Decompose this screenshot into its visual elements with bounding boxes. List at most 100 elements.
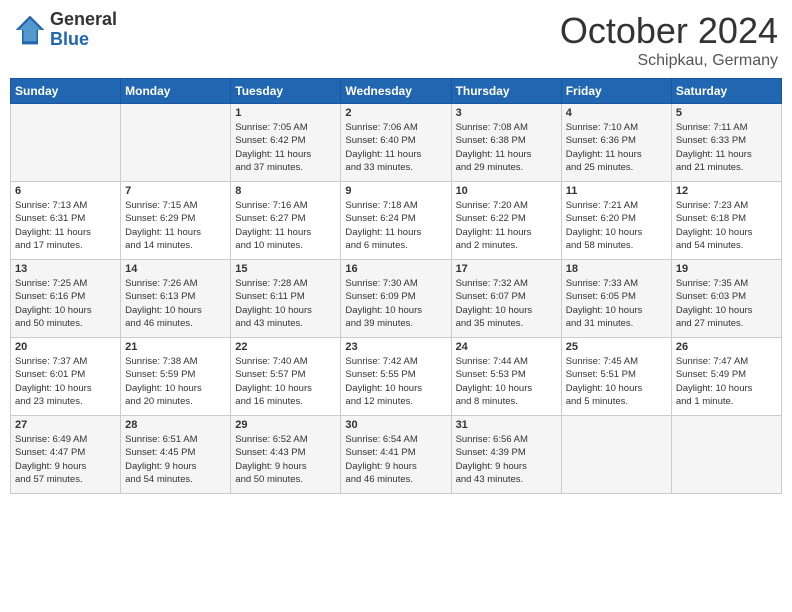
day-info: Sunrise: 7:28 AM Sunset: 6:11 PM Dayligh…	[235, 277, 336, 330]
calendar-cell: 19 Sunrise: 7:35 AM Sunset: 6:03 PM Dayli…	[671, 260, 781, 338]
day-info: Sunrise: 7:10 AM Sunset: 6:36 PM Dayligh…	[566, 121, 667, 174]
day-number: 24	[456, 341, 557, 353]
day-number: 30	[345, 419, 446, 431]
day-number: 2	[345, 107, 446, 119]
day-number: 21	[125, 341, 226, 353]
day-number: 18	[566, 263, 667, 275]
calendar-cell: 22 Sunrise: 7:40 AM Sunset: 5:57 PM Dayli…	[231, 338, 341, 416]
calendar-cell: 14Sunrise: 7:26 AM Sunset: 6:13 PM Dayli…	[121, 260, 231, 338]
calendar-cell: 9 Sunrise: 7:18 AM Sunset: 6:24 PM Daylig…	[341, 182, 451, 260]
logo-general: General	[50, 10, 117, 30]
day-number: 25	[566, 341, 667, 353]
calendar-cell: 21 Sunrise: 7:38 AM Sunset: 5:59 PM Dayli…	[121, 338, 231, 416]
day-number: 23	[345, 341, 446, 353]
calendar-cell: 31Sunrise: 6:56 AM Sunset: 4:39 PM Dayli…	[451, 416, 561, 494]
calendar-cell: 1Sunrise: 7:05 AM Sunset: 6:42 PM Daylig…	[231, 104, 341, 182]
title-block: October 2024 Schipkau, Germany	[560, 10, 778, 70]
day-header-monday: Monday	[121, 79, 231, 104]
day-number: 19	[676, 263, 777, 275]
day-info: Sunrise: 7:35 AM Sunset: 6:03 PM Dayligh…	[676, 277, 777, 330]
day-info: Sunrise: 7:40 AM Sunset: 5:57 PM Dayligh…	[235, 355, 336, 408]
day-number: 22	[235, 341, 336, 353]
calendar-cell: 3 Sunrise: 7:08 AM Sunset: 6:38 PM Daylig…	[451, 104, 561, 182]
day-info: Sunrise: 7:37 AM Sunset: 6:01 PM Dayligh…	[15, 355, 116, 408]
day-info: Sunrise: 6:52 AM Sunset: 4:43 PM Dayligh…	[235, 433, 336, 486]
calendar-cell: 11Sunrise: 7:21 AM Sunset: 6:20 PM Dayli…	[561, 182, 671, 260]
calendar-cell: 27 Sunrise: 6:49 AM Sunset: 4:47 PM Dayli…	[11, 416, 121, 494]
day-number: 16	[345, 263, 446, 275]
day-number: 3	[456, 107, 557, 119]
day-header-thursday: Thursday	[451, 79, 561, 104]
day-number: 28	[125, 419, 226, 431]
calendar-cell: 2Sunrise: 7:06 AM Sunset: 6:40 PM Daylig…	[341, 104, 451, 182]
calendar-cell: 24 Sunrise: 7:44 AM Sunset: 5:53 PM Dayli…	[451, 338, 561, 416]
day-info: Sunrise: 7:20 AM Sunset: 6:22 PM Dayligh…	[456, 199, 557, 252]
day-info: Sunrise: 7:23 AM Sunset: 6:18 PM Dayligh…	[676, 199, 777, 252]
week-row: 27 Sunrise: 6:49 AM Sunset: 4:47 PM Dayli…	[11, 416, 782, 494]
calendar-table: SundayMondayTuesdayWednesdayThursdayFrid…	[10, 78, 782, 494]
calendar-cell: 29 Sunrise: 6:52 AM Sunset: 4:43 PM Dayli…	[231, 416, 341, 494]
calendar-cell: 7Sunrise: 7:15 AM Sunset: 6:29 PM Daylig…	[121, 182, 231, 260]
calendar-cell: 16 Sunrise: 7:30 AM Sunset: 6:09 PM Dayli…	[341, 260, 451, 338]
day-header-tuesday: Tuesday	[231, 79, 341, 104]
calendar-cell: 13 Sunrise: 7:25 AM Sunset: 6:16 PM Dayli…	[11, 260, 121, 338]
calendar-cell: 25 Sunrise: 7:45 AM Sunset: 5:51 PM Dayli…	[561, 338, 671, 416]
calendar-cell: 6 Sunrise: 7:13 AM Sunset: 6:31 PM Daylig…	[11, 182, 121, 260]
day-info: Sunrise: 7:42 AM Sunset: 5:55 PM Dayligh…	[345, 355, 446, 408]
day-number: 8	[235, 185, 336, 197]
day-number: 14	[125, 263, 226, 275]
location: Schipkau, Germany	[560, 52, 778, 70]
day-header-sunday: Sunday	[11, 79, 121, 104]
day-number: 17	[456, 263, 557, 275]
calendar-cell: 28 Sunrise: 6:51 AM Sunset: 4:45 PM Dayli…	[121, 416, 231, 494]
day-number: 13	[15, 263, 116, 275]
day-info: Sunrise: 7:38 AM Sunset: 5:59 PM Dayligh…	[125, 355, 226, 408]
day-info: Sunrise: 7:45 AM Sunset: 5:51 PM Dayligh…	[566, 355, 667, 408]
day-number: 5	[676, 107, 777, 119]
month-title: October 2024	[560, 10, 778, 52]
week-row: 1Sunrise: 7:05 AM Sunset: 6:42 PM Daylig…	[11, 104, 782, 182]
day-info: Sunrise: 7:13 AM Sunset: 6:31 PM Dayligh…	[15, 199, 116, 252]
page-header: General Blue October 2024 Schipkau, Germ…	[10, 10, 782, 70]
calendar-cell: 18 Sunrise: 7:33 AM Sunset: 6:05 PM Dayli…	[561, 260, 671, 338]
day-number: 15	[235, 263, 336, 275]
calendar-cell: 20 Sunrise: 7:37 AM Sunset: 6:01 PM Dayli…	[11, 338, 121, 416]
day-number: 9	[345, 185, 446, 197]
day-info: Sunrise: 7:08 AM Sunset: 6:38 PM Dayligh…	[456, 121, 557, 174]
day-info: Sunrise: 7:44 AM Sunset: 5:53 PM Dayligh…	[456, 355, 557, 408]
week-row: 20 Sunrise: 7:37 AM Sunset: 6:01 PM Dayli…	[11, 338, 782, 416]
calendar-cell: 26 Sunrise: 7:47 AM Sunset: 5:49 PM Dayli…	[671, 338, 781, 416]
day-info: Sunrise: 7:47 AM Sunset: 5:49 PM Dayligh…	[676, 355, 777, 408]
logo-icon	[14, 14, 46, 46]
day-info: Sunrise: 7:16 AM Sunset: 6:27 PM Dayligh…	[235, 199, 336, 252]
day-header-saturday: Saturday	[671, 79, 781, 104]
calendar-cell: 4 Sunrise: 7:10 AM Sunset: 6:36 PM Daylig…	[561, 104, 671, 182]
day-info: Sunrise: 7:30 AM Sunset: 6:09 PM Dayligh…	[345, 277, 446, 330]
week-row: 13 Sunrise: 7:25 AM Sunset: 6:16 PM Dayli…	[11, 260, 782, 338]
day-number: 29	[235, 419, 336, 431]
calendar-cell: 12Sunrise: 7:23 AM Sunset: 6:18 PM Dayli…	[671, 182, 781, 260]
day-info: Sunrise: 7:11 AM Sunset: 6:33 PM Dayligh…	[676, 121, 777, 174]
calendar-cell	[121, 104, 231, 182]
day-number: 6	[15, 185, 116, 197]
day-info: Sunrise: 7:21 AM Sunset: 6:20 PM Dayligh…	[566, 199, 667, 252]
day-header-friday: Friday	[561, 79, 671, 104]
day-info: Sunrise: 7:25 AM Sunset: 6:16 PM Dayligh…	[15, 277, 116, 330]
day-info: Sunrise: 7:05 AM Sunset: 6:42 PM Dayligh…	[235, 121, 336, 174]
day-info: Sunrise: 6:54 AM Sunset: 4:41 PM Dayligh…	[345, 433, 446, 486]
day-number: 7	[125, 185, 226, 197]
day-number: 26	[676, 341, 777, 353]
day-info: Sunrise: 6:51 AM Sunset: 4:45 PM Dayligh…	[125, 433, 226, 486]
day-info: Sunrise: 6:49 AM Sunset: 4:47 PM Dayligh…	[15, 433, 116, 486]
calendar-cell: 10Sunrise: 7:20 AM Sunset: 6:22 PM Dayli…	[451, 182, 561, 260]
day-info: Sunrise: 7:32 AM Sunset: 6:07 PM Dayligh…	[456, 277, 557, 330]
calendar-cell	[671, 416, 781, 494]
day-number: 4	[566, 107, 667, 119]
day-number: 20	[15, 341, 116, 353]
day-info: Sunrise: 7:18 AM Sunset: 6:24 PM Dayligh…	[345, 199, 446, 252]
calendar-cell: 5 Sunrise: 7:11 AM Sunset: 6:33 PM Daylig…	[671, 104, 781, 182]
day-info: Sunrise: 7:33 AM Sunset: 6:05 PM Dayligh…	[566, 277, 667, 330]
day-number: 27	[15, 419, 116, 431]
calendar-cell	[561, 416, 671, 494]
calendar-cell	[11, 104, 121, 182]
